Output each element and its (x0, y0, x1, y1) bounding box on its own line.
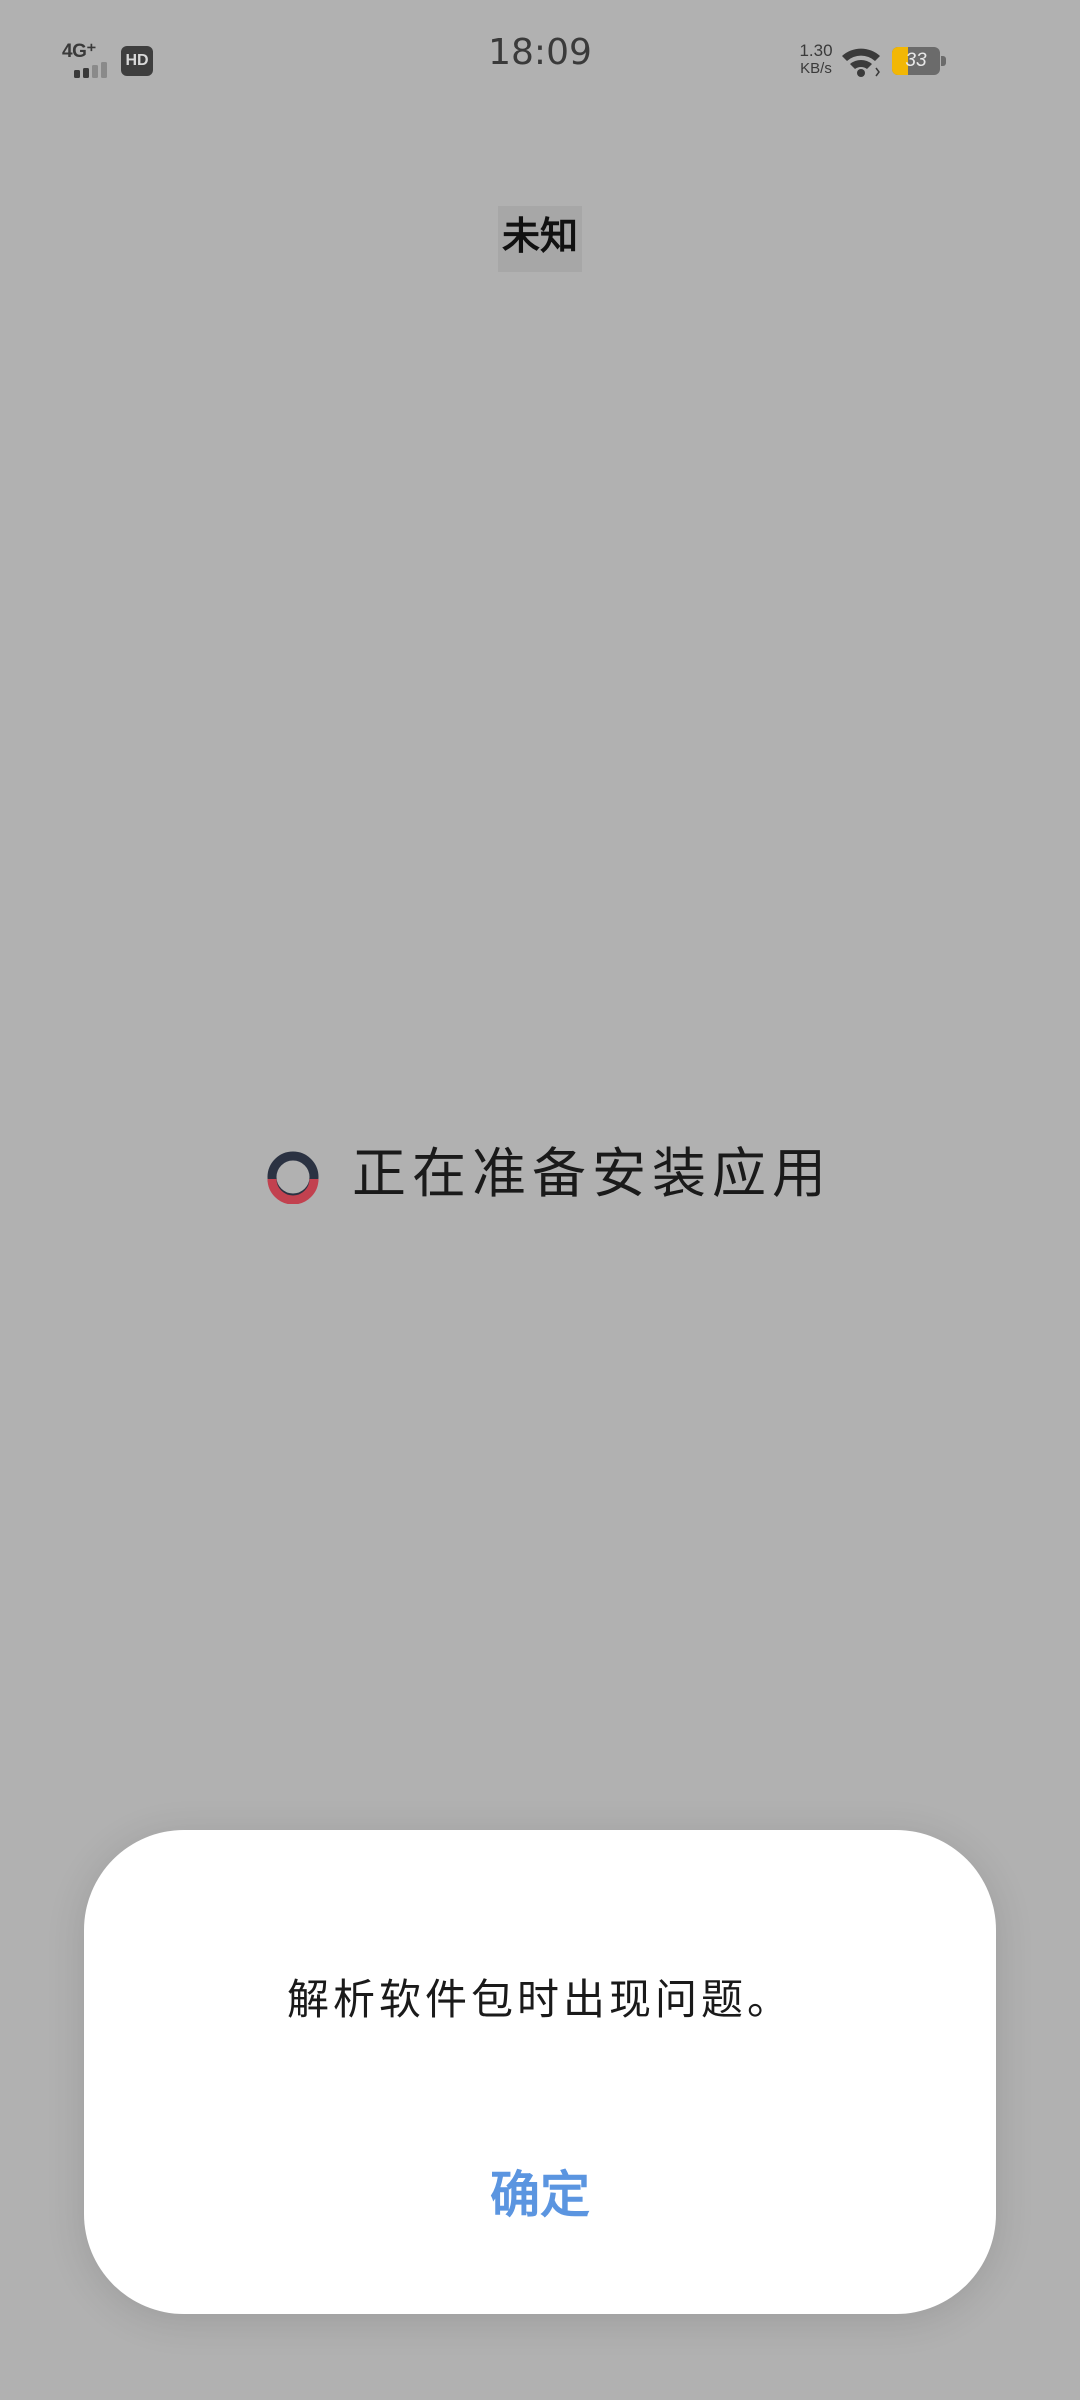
install-progress: 正在准备安装应用 (266, 1140, 826, 1210)
dialog-message: 解析软件包时出现问题。 (286, 1975, 793, 2024)
confirm-button[interactable]: 确定 (440, 2150, 640, 2240)
error-dialog: 解析软件包时出现问题。 确定 (84, 1830, 996, 2314)
battery-body: 33 (892, 47, 940, 75)
app-title: 未知 (498, 206, 582, 272)
status-bar: 4G⁺ HD 18:09 1.30 KB/s 33 (0, 0, 1080, 120)
status-clock: 18:09 (488, 32, 592, 73)
network-speed-value: 1.30 (799, 41, 833, 60)
loading-spinner-icon (267, 1151, 319, 1204)
network-speed: 1.30 KB/s (793, 42, 839, 78)
cellular-signal: 4G⁺ (62, 40, 114, 78)
signal-icon (74, 62, 107, 78)
install-status-text: 正在准备安装应用 (352, 1142, 832, 1205)
battery-icon: 33 (892, 47, 946, 75)
battery-level-text: 33 (905, 50, 927, 71)
battery-tip (941, 56, 946, 66)
network-speed-unit: KB/s (800, 60, 832, 77)
wifi-icon (842, 48, 880, 77)
hd-voice-badge: HD (121, 46, 153, 76)
network-type-label: 4G⁺ (62, 41, 96, 62)
